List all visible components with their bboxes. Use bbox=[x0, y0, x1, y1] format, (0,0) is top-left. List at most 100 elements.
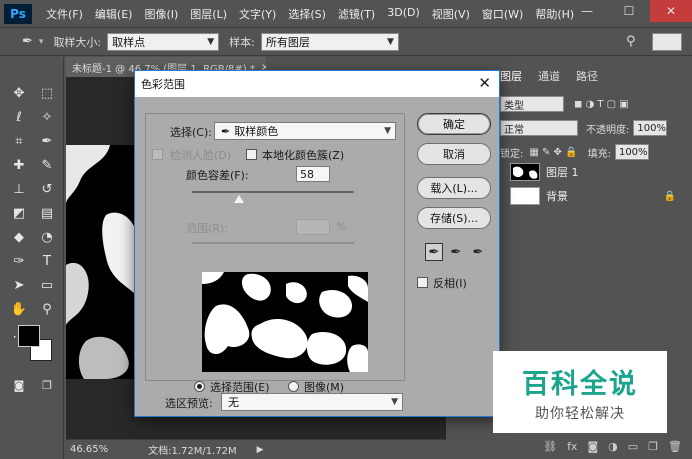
ok-button[interactable]: 确定 bbox=[417, 113, 491, 135]
selection-radio[interactable] bbox=[194, 381, 205, 392]
fx-icon[interactable]: fx bbox=[567, 440, 577, 453]
trash-icon[interactable]: 🗑 bbox=[668, 440, 682, 453]
magic-wand-tool-icon[interactable]: ✧ bbox=[36, 107, 58, 127]
marquee-tool-icon[interactable]: ⬚ bbox=[36, 83, 58, 103]
load-button[interactable]: 载入(L)... bbox=[417, 177, 491, 199]
menu-layer[interactable]: 图层(L) bbox=[184, 6, 233, 22]
history-brush-icon[interactable]: ↺ bbox=[36, 179, 58, 199]
crop-tool-icon[interactable]: ⌗ bbox=[8, 131, 30, 151]
menu-bar: Ps 文件(F) 编辑(E) 图像(I) 图层(L) 文字(Y) 选择(S) 滤… bbox=[0, 0, 692, 28]
sample-size-label: 取样大小: bbox=[53, 35, 102, 49]
opacity-field[interactable]: 100% bbox=[633, 120, 668, 136]
quick-mask-icon[interactable]: ◙ bbox=[8, 375, 30, 395]
close-window-button[interactable]: ✕ bbox=[650, 0, 692, 22]
selection-preview-select[interactable]: 无 ▼ bbox=[221, 393, 403, 411]
localized-clusters-checkbox[interactable] bbox=[246, 149, 257, 160]
layer-kind-select[interactable]: 类型 bbox=[500, 96, 564, 112]
photoshop-logo: Ps bbox=[4, 3, 32, 24]
workspace-switcher[interactable] bbox=[652, 32, 682, 51]
add-mask-icon[interactable]: ◙ bbox=[587, 440, 598, 453]
move-tool-icon[interactable]: ✥ bbox=[8, 83, 30, 103]
filter-icons[interactable]: ◼ ◑ T ▢ ▣ bbox=[574, 99, 629, 110]
layer-kind-value: 类型 bbox=[504, 100, 524, 112]
chevron-down-icon: ▼ bbox=[386, 36, 394, 47]
options-group: 选择(C): ✒ 取样颜色 ▼ 检测人脸(D) 本地化颜色簇(Z) 颜色容差(F… bbox=[145, 113, 405, 394]
menu-type[interactable]: 文字(Y) bbox=[233, 6, 282, 22]
document-canvas[interactable] bbox=[66, 145, 136, 379]
close-icon[interactable]: ✕ bbox=[478, 74, 491, 92]
tool-preset-chevron-icon[interactable]: ▾ bbox=[39, 37, 44, 47]
select-dropdown[interactable]: ✒ 取样颜色 ▼ bbox=[214, 122, 396, 140]
fuzziness-input[interactable]: 58 bbox=[296, 166, 330, 182]
menu-filter[interactable]: 滤镜(T) bbox=[332, 6, 381, 22]
range-label: 范围(R): bbox=[186, 222, 228, 235]
new-group-icon[interactable]: ▭ bbox=[628, 440, 638, 453]
preview-mask-image bbox=[202, 272, 368, 372]
adjustment-layer-icon[interactable]: ◑ bbox=[608, 440, 618, 453]
cancel-button[interactable]: 取消 bbox=[417, 143, 491, 165]
fill-field[interactable]: 100% bbox=[614, 144, 649, 160]
range-input[interactable] bbox=[296, 219, 330, 235]
healing-brush-icon[interactable]: ✚ bbox=[8, 155, 30, 175]
menu-view[interactable]: 视图(V) bbox=[426, 6, 476, 22]
layer-row-background[interactable]: 背景 🔒 bbox=[500, 185, 684, 207]
subtract-from-sample-icon[interactable]: ✒ bbox=[469, 243, 487, 261]
eyedropper-icon[interactable]: ✒ bbox=[36, 131, 58, 151]
minimize-button[interactable]: — bbox=[566, 0, 608, 22]
search-icon[interactable]: ⚲ bbox=[626, 34, 636, 49]
layers-panel-footer: ⛓ fx ◙ ◑ ▭ ❐ 🗑 bbox=[492, 433, 692, 459]
zoom-tool-icon[interactable]: ⚲ bbox=[36, 299, 58, 319]
lasso-tool-icon[interactable]: ℓ bbox=[8, 107, 30, 127]
menu-3d[interactable]: 3D(D) bbox=[381, 6, 426, 22]
lock-icons[interactable]: ▦ ✎ ✥ 🔒 bbox=[529, 147, 577, 158]
menu-file[interactable]: 文件(F) bbox=[40, 6, 89, 22]
dodge-tool-icon[interactable]: ◔ bbox=[36, 227, 58, 247]
tab-paths[interactable]: 路径 bbox=[568, 65, 606, 87]
gradient-tool-icon[interactable]: ▤ bbox=[36, 203, 58, 223]
link-layers-icon[interactable]: ⛓ bbox=[543, 440, 557, 453]
layer1-thumbnail bbox=[510, 163, 540, 181]
pen-tool-icon[interactable]: ✑ bbox=[8, 251, 30, 271]
blur-tool-icon[interactable]: ◆ bbox=[8, 227, 30, 247]
status-arrow-icon[interactable]: ▶ bbox=[257, 445, 264, 455]
fuzziness-slider-track[interactable] bbox=[192, 191, 354, 193]
menu-window[interactable]: 窗口(W) bbox=[476, 6, 529, 22]
detect-faces-checkbox[interactable] bbox=[152, 149, 163, 160]
tab-channels[interactable]: 通道 bbox=[530, 65, 568, 87]
eyedropper-tool-icon[interactable]: ✒ bbox=[425, 243, 443, 261]
add-to-sample-icon[interactable]: ✒ bbox=[447, 243, 465, 261]
menu-select[interactable]: 选择(S) bbox=[282, 6, 332, 22]
invert-checkbox[interactable] bbox=[417, 277, 428, 288]
select-label: 选择(C): bbox=[170, 126, 212, 139]
menu-image[interactable]: 图像(I) bbox=[138, 6, 184, 22]
lock-label: 锁定: bbox=[500, 148, 524, 160]
options-bar: ✒ ▾ 取样大小: 取样点 ▼ 样本: 所有图层 ▼ ⚲ bbox=[0, 28, 692, 56]
opacity-value: 100% bbox=[637, 122, 666, 134]
image-radio[interactable] bbox=[288, 381, 299, 392]
sample-select[interactable]: 所有图层 ▼ bbox=[260, 32, 399, 51]
maximize-button[interactable]: ☐ bbox=[608, 0, 650, 22]
rectangle-tool-icon[interactable]: ▭ bbox=[36, 275, 58, 295]
foreground-color-swatch[interactable] bbox=[18, 325, 40, 347]
background-thumbnail bbox=[510, 187, 540, 205]
blend-mode-select[interactable]: 正常 bbox=[500, 120, 578, 136]
type-tool-icon[interactable]: T bbox=[36, 251, 58, 271]
eyedropper-icon: ✒ bbox=[221, 124, 231, 138]
sample-size-select[interactable]: 取样点 ▼ bbox=[107, 32, 220, 51]
fill-label: 填充: bbox=[587, 148, 611, 160]
eyedropper-tool-icon[interactable]: ✒ bbox=[22, 34, 33, 49]
eraser-tool-icon[interactable]: ◩ bbox=[8, 203, 30, 223]
new-layer-icon[interactable]: ❐ bbox=[648, 440, 658, 453]
selection-preview[interactable] bbox=[202, 272, 368, 372]
save-button[interactable]: 存储(S)... bbox=[417, 207, 491, 229]
brush-tool-icon[interactable]: ✎ bbox=[36, 155, 58, 175]
fuzziness-slider-thumb[interactable] bbox=[234, 195, 244, 203]
screen-mode-icon[interactable]: ❐ bbox=[36, 375, 58, 395]
layer-row-layer1[interactable]: 图层 1 bbox=[500, 161, 684, 183]
range-slider-track[interactable] bbox=[192, 242, 354, 244]
hand-tool-icon[interactable]: ✋ bbox=[8, 299, 30, 319]
zoom-level[interactable]: 46.65% bbox=[70, 444, 108, 455]
menu-edit[interactable]: 编辑(E) bbox=[89, 6, 139, 22]
stamp-tool-icon[interactable]: ⊥ bbox=[8, 179, 30, 199]
path-selection-icon[interactable]: ➤ bbox=[8, 275, 30, 295]
